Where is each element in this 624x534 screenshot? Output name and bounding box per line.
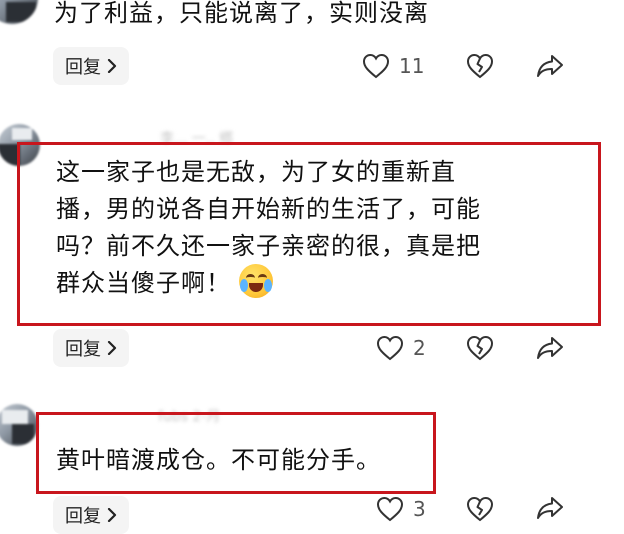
avatar[interactable]: [0, 0, 38, 24]
like-button[interactable]: 2: [376, 335, 426, 361]
heart-icon: [376, 335, 404, 361]
like-count: 2: [413, 336, 426, 360]
broken-heart-icon: [466, 335, 494, 361]
chevron-right-icon: [107, 508, 117, 522]
avatar[interactable]: [0, 404, 38, 446]
share-button[interactable]: [536, 496, 564, 520]
like-button[interactable]: 11: [362, 53, 424, 79]
share-arrow-icon: [537, 497, 563, 519]
chevron-right-icon: [107, 59, 117, 73]
reply-button[interactable]: 回复: [53, 496, 129, 534]
chevron-right-icon: [107, 341, 117, 355]
dislike-button[interactable]: [466, 496, 494, 522]
comment-line: 群众当傻子啊！: [56, 264, 481, 302]
dislike-button[interactable]: [466, 335, 494, 361]
comment-line: 这一家子也是无敌，为了女的重新直: [56, 158, 456, 186]
comment-text: 黄叶暗渡成仓。不可能分手。: [56, 446, 381, 474]
like-count: 3: [413, 497, 426, 521]
heart-icon: [362, 53, 390, 79]
comment-text: 为了利益，只能说离了，实则没离: [54, 0, 429, 27]
heart-icon: [376, 496, 404, 522]
reply-label: 回复: [65, 57, 101, 78]
comment-line: 播，男的说各自开始新的生活了，可能: [56, 195, 481, 223]
dislike-button[interactable]: [466, 53, 494, 79]
share-button[interactable]: [536, 54, 564, 78]
comment-line: 吗？前不久还一家子亲密的很，真是把: [56, 232, 481, 260]
share-button[interactable]: [536, 336, 564, 360]
broken-heart-icon: [466, 53, 494, 79]
like-count: 11: [399, 54, 425, 78]
reply-label: 回复: [65, 339, 101, 360]
laughing-crying-emoji-icon: [239, 264, 273, 298]
like-button[interactable]: 3: [376, 496, 426, 522]
share-arrow-icon: [537, 55, 563, 77]
reply-button[interactable]: 回复: [53, 329, 129, 367]
reply-label: 回复: [65, 506, 101, 527]
share-arrow-icon: [537, 337, 563, 359]
reply-button[interactable]: 回复: [53, 47, 129, 85]
comment-text: 这一家子也是无敌，为了女的重新直 播，男的说各自开始新的生活了，可能 吗？前不久…: [56, 154, 481, 302]
broken-heart-icon: [466, 496, 494, 522]
